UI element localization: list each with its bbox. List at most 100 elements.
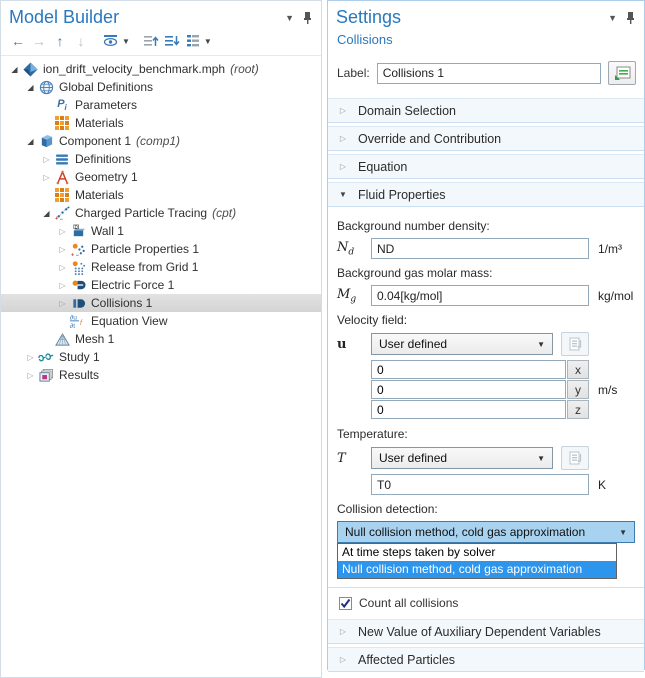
model-builder-toolbar: ← → ↑ ↓ ▼ ▼	[1, 30, 321, 56]
tree-node-equation-view[interactable]: ∂u∂tf Equation View	[1, 312, 321, 330]
back-arrow-icon[interactable]: ←	[9, 32, 27, 50]
panel-menu-caret-icon[interactable]: ▼	[608, 13, 617, 23]
tree-node-global-definitions[interactable]: ◢ Global Definitions	[1, 78, 321, 96]
background-number-density-label: Background number density:	[337, 219, 635, 233]
expander-closed-icon[interactable]: ▷	[55, 227, 70, 236]
axis-z-tag: z	[567, 400, 589, 419]
tree-node-study1[interactable]: ▷ Study 1	[1, 348, 321, 366]
model-tree: ◢ ion_drift_velocity_benchmark.mph (root…	[1, 56, 321, 384]
definitions-icon	[54, 151, 70, 167]
expander-open-icon[interactable]: ◢	[39, 209, 54, 218]
forward-arrow-icon[interactable]: →	[30, 32, 48, 50]
model-tree-options-icon[interactable]	[184, 32, 202, 50]
label-field-caption: Label:	[337, 66, 370, 80]
number-density-input[interactable]	[371, 238, 589, 259]
tree-node-wall1[interactable]: ▷ D Wall 1	[1, 222, 321, 240]
move-up-icon[interactable]: ↑	[51, 32, 69, 50]
section-affected-particles[interactable]: ▷ Affected Particles	[328, 647, 644, 672]
component-cube-icon	[38, 133, 54, 149]
collisions-icon	[70, 295, 86, 311]
expression-button-disabled	[561, 332, 589, 356]
temperature-select[interactable]: User defined ▼	[371, 447, 553, 469]
axis-x-tag: x	[567, 360, 589, 379]
tree-node-charged-particle-tracing[interactable]: ◢ +− Charged Particle Tracing (cpt)	[1, 204, 321, 222]
section-domain-selection[interactable]: ▷ Domain Selection	[328, 98, 644, 123]
results-icon	[38, 367, 54, 383]
tree-node-root[interactable]: ◢ ion_drift_velocity_benchmark.mph (root…	[1, 60, 321, 78]
tree-node-results[interactable]: ▷ Results	[1, 366, 321, 384]
tree-node-definitions[interactable]: ▷ Definitions	[1, 150, 321, 168]
temperature-unit: K	[589, 478, 635, 492]
materials-icon	[54, 115, 70, 131]
molar-mass-unit: kg/mol	[589, 289, 635, 303]
svg-text:−: −	[75, 253, 79, 257]
pin-icon[interactable]	[302, 11, 313, 24]
tree-node-materials-global[interactable]: Materials	[1, 114, 321, 132]
collapse-all-icon[interactable]	[142, 32, 160, 50]
settings-subtitle: Collisions	[328, 30, 644, 53]
expander-closed-icon[interactable]: ▷	[39, 173, 54, 182]
chevron-right-icon: ▷	[328, 655, 358, 664]
expander-open-icon[interactable]: ◢	[7, 65, 22, 74]
dropdown-option-null-collision[interactable]: Null collision method, cold gas approxim…	[338, 561, 616, 578]
section-fluid-properties[interactable]: ▼ Fluid Properties	[328, 182, 644, 207]
expander-closed-icon[interactable]: ▷	[23, 353, 38, 362]
tree-node-release-from-grid1[interactable]: ▷ Release from Grid 1	[1, 258, 321, 276]
tree-node-collisions1-selected[interactable]: ▷ Collisions 1	[1, 294, 321, 312]
svg-text:−: −	[59, 217, 63, 221]
tree-node-particle-properties1[interactable]: ▷ +− Particle Properties 1	[1, 240, 321, 258]
expander-closed-icon[interactable]: ▷	[39, 155, 54, 164]
expander-closed-icon[interactable]: ▷	[55, 299, 70, 308]
tree-node-component1[interactable]: ◢ Component 1 (comp1)	[1, 132, 321, 150]
tree-options-caret-icon[interactable]: ▼	[204, 37, 212, 46]
velocity-x-input[interactable]	[371, 360, 566, 379]
collision-detection-select[interactable]: Null collision method, cold gas approxim…	[337, 521, 635, 543]
label-input[interactable]	[377, 63, 601, 84]
dropdown-option-solver-steps[interactable]: At time steps taken by solver	[338, 544, 616, 561]
temperature-input[interactable]	[371, 474, 589, 495]
show-menu-caret-icon[interactable]: ▼	[122, 37, 130, 46]
globe-icon	[38, 79, 54, 95]
velocity-z-input[interactable]	[371, 400, 566, 419]
particle-properties-icon: +−	[70, 241, 86, 257]
comsol-model-icon	[22, 61, 38, 77]
velocity-field-label: Velocity field:	[337, 313, 635, 327]
chevron-right-icon: ▷	[328, 106, 358, 115]
expander-closed-icon[interactable]: ▷	[55, 245, 70, 254]
model-builder-panel: Model Builder ▼ ← → ↑ ↓ ▼ ▼ ◢ ion_drift_…	[0, 0, 322, 678]
tree-node-parameters[interactable]: Pi Parameters	[1, 96, 321, 114]
tree-node-electric-force1[interactable]: ▷ Electric Force 1	[1, 276, 321, 294]
expander-open-icon[interactable]: ◢	[23, 137, 38, 146]
chevron-down-icon: ▼	[537, 454, 545, 463]
geometry-icon	[54, 169, 70, 185]
expander-closed-icon[interactable]: ▷	[55, 281, 70, 290]
expander-open-icon[interactable]: ◢	[23, 83, 38, 92]
chevron-right-icon: ▷	[328, 162, 358, 171]
tree-node-geometry1[interactable]: ▷ Geometry 1	[1, 168, 321, 186]
velocity-y-input[interactable]	[371, 380, 566, 399]
move-down-icon[interactable]: ↓	[72, 32, 90, 50]
velocity-select[interactable]: User defined ▼	[371, 333, 553, 355]
section-equation[interactable]: ▷ Equation	[328, 154, 644, 179]
tree-node-mesh1[interactable]: Mesh 1	[1, 330, 321, 348]
tree-node-materials-component[interactable]: Materials	[1, 186, 321, 204]
settings-panel: Settings ▼ Collisions Label: ▷ Domain Se…	[327, 0, 645, 670]
count-all-collisions-checkbox[interactable]	[339, 597, 352, 610]
show-eye-icon[interactable]	[102, 32, 120, 50]
equation-view-icon: ∂u∂tf	[70, 313, 86, 329]
parameters-icon: Pi	[54, 97, 70, 113]
chevron-right-icon: ▷	[328, 627, 358, 636]
settings-title: Settings	[336, 7, 608, 28]
expand-all-icon[interactable]	[163, 32, 181, 50]
section-override-contribution[interactable]: ▷ Override and Contribution	[328, 126, 644, 151]
molar-mass-input[interactable]	[371, 285, 589, 306]
section-new-value-aux-variables[interactable]: ▷ New Value of Auxiliary Dependent Varia…	[328, 619, 644, 644]
rename-button[interactable]	[608, 61, 636, 85]
count-all-collisions-label: Count all collisions	[359, 596, 458, 610]
expander-closed-icon[interactable]: ▷	[55, 263, 70, 272]
u-symbol: u	[337, 337, 371, 352]
pin-icon[interactable]	[625, 11, 636, 24]
chevron-down-icon: ▼	[537, 340, 545, 349]
expander-closed-icon[interactable]: ▷	[23, 371, 38, 380]
panel-menu-caret-icon[interactable]: ▼	[285, 13, 294, 23]
